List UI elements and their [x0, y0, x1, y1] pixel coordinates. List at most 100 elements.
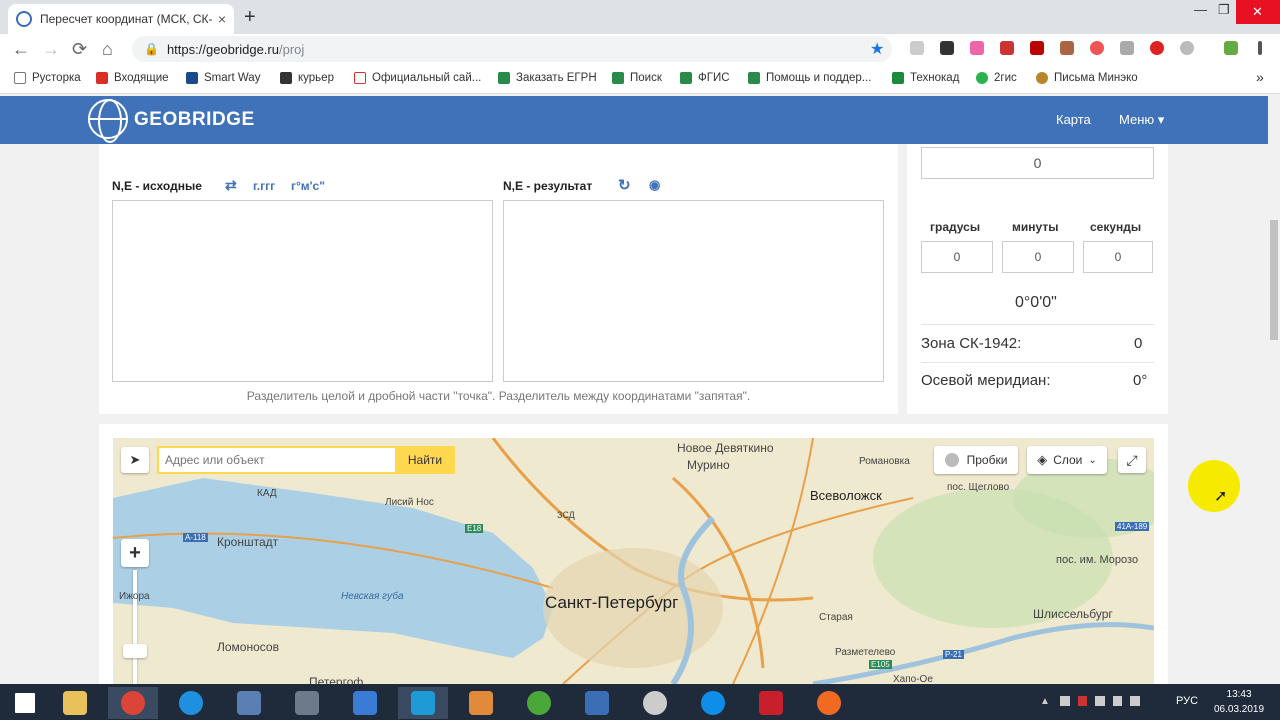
- taskbar-app[interactable]: [224, 687, 274, 719]
- url-host: https://geobridge.ru: [166, 41, 279, 57]
- divider: [921, 362, 1154, 363]
- taskbar-app[interactable]: [166, 687, 216, 719]
- eye-icon[interactable]: ◉: [649, 177, 660, 193]
- clock[interactable]: 13:43 06.03.2019: [1214, 687, 1264, 717]
- zoom-slider[interactable]: [133, 570, 137, 684]
- seconds-input[interactable]: 0: [1083, 241, 1153, 273]
- bookmark-item[interactable]: Помощь и поддер...: [748, 72, 871, 84]
- taskbar-app[interactable]: [282, 687, 332, 719]
- swap-icon[interactable]: ⇄: [225, 177, 237, 194]
- extension-icon[interactable]: [1000, 41, 1014, 55]
- nav-map-link[interactable]: Карта: [1056, 112, 1091, 127]
- taskbar-app[interactable]: [108, 687, 158, 719]
- minutes-input[interactable]: 0: [1002, 241, 1074, 273]
- tray-icon[interactable]: [1060, 696, 1070, 706]
- globe-icon: [16, 11, 32, 27]
- extension-icon[interactable]: [910, 41, 924, 55]
- bookmark-item[interactable]: Заказать ЕГРН: [498, 72, 597, 84]
- tray-icon[interactable]: [1112, 696, 1123, 706]
- result-coords-output[interactable]: [503, 200, 884, 382]
- forward-button[interactable]: →: [42, 39, 60, 60]
- bookmark-item[interactable]: Входящие: [96, 72, 169, 84]
- scrollbar-thumb[interactable]: [1270, 220, 1278, 340]
- degrees-input[interactable]: 0: [921, 241, 993, 273]
- yandex-map[interactable]: ➤ Найти Пробки ◈ Слои ⌄ ⤢ + Новое Девятк…: [113, 438, 1154, 684]
- extension-icon[interactable]: [1060, 41, 1074, 55]
- start-button[interactable]: [0, 687, 50, 719]
- bookmark-item[interactable]: 2гис: [976, 72, 1017, 84]
- page-scrollbar[interactable]: [1268, 96, 1280, 684]
- taskbar-app[interactable]: [340, 687, 390, 719]
- bookmark-item[interactable]: курьер: [280, 72, 334, 84]
- tray-icon[interactable]: [1077, 696, 1088, 706]
- mail-icon: [96, 72, 108, 84]
- taskbar-app[interactable]: [572, 687, 622, 719]
- taskbar-app[interactable]: [688, 687, 738, 719]
- bookmark-item[interactable]: Официальный сай...: [354, 72, 481, 84]
- fullscreen-icon[interactable]: ⤢: [1118, 447, 1146, 473]
- volume-icon[interactable]: [1130, 696, 1140, 706]
- browser-tab[interactable]: Пересчет координат (МСК, СК- ×: [8, 4, 234, 34]
- dms-format-link[interactable]: г°м'с": [291, 179, 325, 193]
- layers-label: Слои: [1053, 453, 1083, 467]
- traffic-button[interactable]: Пробки: [934, 446, 1018, 474]
- new-tab-button[interactable]: +: [244, 6, 256, 29]
- map-search-input[interactable]: [165, 450, 391, 470]
- map-search-button[interactable]: Найти: [395, 446, 455, 474]
- kebab-menu-icon[interactable]: [1258, 41, 1262, 55]
- reload-button[interactable]: ⟳: [72, 39, 87, 60]
- source-coords-input[interactable]: [112, 200, 493, 382]
- layers-button[interactable]: ◈ Слои ⌄: [1027, 446, 1107, 474]
- brand-name[interactable]: GEOBRIDGE: [134, 109, 255, 131]
- map-label: Новое Девяткино: [677, 441, 774, 455]
- home-button[interactable]: ⌂: [102, 39, 113, 60]
- page-icon: [354, 72, 366, 84]
- minimize-button[interactable]: —: [1194, 2, 1207, 17]
- taskbar-app[interactable]: [804, 687, 854, 719]
- zoom-in-button[interactable]: +: [121, 539, 149, 567]
- decimal-angle-input[interactable]: 0: [921, 147, 1154, 179]
- taskbar-app[interactable]: [514, 687, 564, 719]
- bookmark-item[interactable]: ФГИС: [680, 72, 730, 84]
- language-indicator[interactable]: РУС: [1176, 695, 1198, 707]
- extension-icon[interactable]: [1120, 41, 1134, 55]
- bookmarks-more-button[interactable]: »: [1256, 69, 1264, 85]
- taskbar-app[interactable]: [50, 687, 100, 719]
- profile-icon[interactable]: [1224, 41, 1238, 55]
- map-label: Кронштадт: [217, 535, 279, 549]
- bookmark-item[interactable]: Smart Way: [186, 72, 260, 84]
- autocad-icon: [759, 691, 783, 715]
- road-badge: Р-21: [943, 650, 964, 659]
- nav-menu-dropdown[interactable]: Меню ▾: [1119, 112, 1164, 128]
- bookmark-item[interactable]: Технокад: [892, 72, 959, 84]
- extension-icon[interactable]: [1090, 41, 1104, 55]
- close-window-button[interactable]: ✕: [1236, 0, 1280, 24]
- road-badge: 41А-189: [1115, 522, 1150, 531]
- tray-chevron-icon[interactable]: ▲: [1040, 696, 1050, 707]
- bookmark-item[interactable]: Поиск: [612, 72, 662, 84]
- decimal-format-link[interactable]: г.ггг: [253, 179, 275, 193]
- map-label: Лисий Нос: [385, 497, 434, 508]
- bookmark-star-icon[interactable]: ★: [870, 39, 884, 59]
- globe-logo-icon[interactable]: [88, 99, 128, 143]
- extension-icon[interactable]: [1030, 41, 1044, 55]
- extension-icon[interactable]: [1180, 41, 1194, 55]
- taskbar-app[interactable]: [746, 687, 796, 719]
- bookmark-item[interactable]: Русторка: [14, 72, 81, 84]
- back-button[interactable]: ←: [12, 39, 30, 60]
- restore-button[interactable]: ❐: [1218, 2, 1230, 18]
- extension-icon[interactable]: [1150, 41, 1164, 55]
- extension-icon[interactable]: [970, 41, 984, 55]
- folder-icon: [63, 691, 87, 715]
- tab-close-button[interactable]: ×: [218, 11, 226, 27]
- url-field[interactable]: 🔒 https://geobridge.ru /proj: [132, 36, 892, 62]
- extension-icon[interactable]: [940, 41, 954, 55]
- refresh-icon[interactable]: ↻: [618, 176, 631, 194]
- taskbar-app[interactable]: [456, 687, 506, 719]
- zoom-slider-handle[interactable]: [123, 644, 147, 658]
- tray-icon[interactable]: [1095, 696, 1105, 706]
- taskbar-app[interactable]: [398, 687, 448, 719]
- taskbar-app[interactable]: [630, 687, 680, 719]
- locate-icon[interactable]: ➤: [121, 447, 149, 473]
- bookmark-item[interactable]: Письма Минэко: [1036, 72, 1138, 84]
